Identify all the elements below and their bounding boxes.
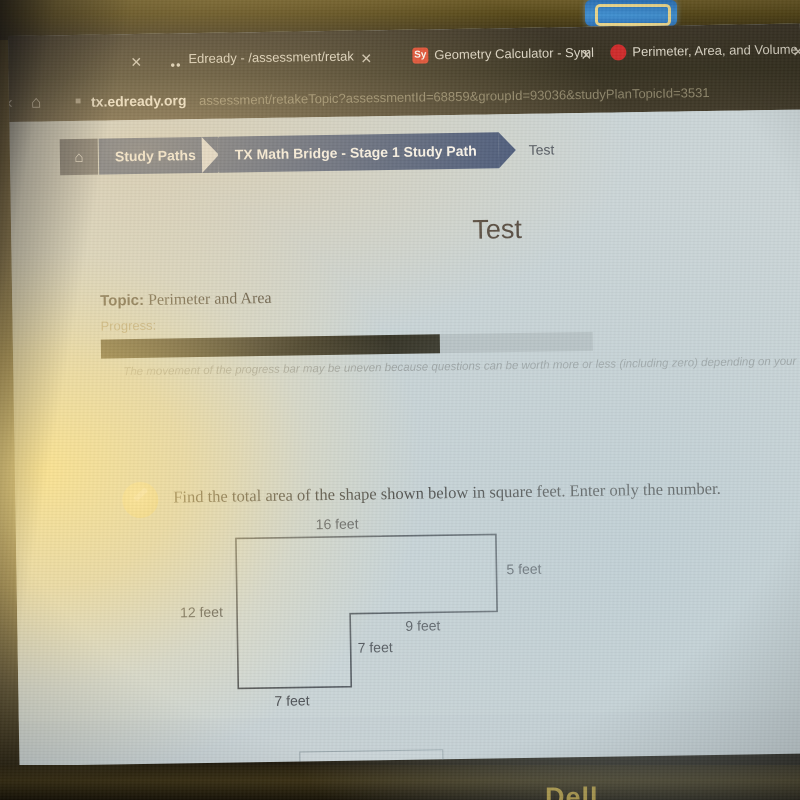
breadcrumb-home-button[interactable]: ⌂ xyxy=(59,138,99,176)
progress-note: The movement of the progress bar may be … xyxy=(123,354,800,379)
laptop-bottom-bezel xyxy=(0,765,800,800)
laptop-screen: ✕ •• Edready - /assessment/retak ✕ Sy Ge… xyxy=(8,23,800,766)
tab-perimeter-area-volume[interactable]: Perimeter, Area, and Volume xyxy=(632,42,798,67)
tab-close-icon-0[interactable]: ✕ xyxy=(130,54,142,71)
tab-close-icon-1[interactable]: ✕ xyxy=(360,50,372,67)
figure-label-top: 16 feet xyxy=(315,515,359,533)
breadcrumb-item-study-paths[interactable]: Study Paths xyxy=(98,136,219,175)
progress-bar-track xyxy=(100,331,594,359)
address-bar-path[interactable]: assessment/retakeTopic?assessmentId=6885… xyxy=(199,85,710,108)
tab-close-icon-3[interactable]: ✕ xyxy=(792,43,800,60)
solution-input[interactable] xyxy=(299,749,444,766)
edready-favicon-dots-icon: •• xyxy=(170,57,182,73)
edready-page: ⌂ Study Paths TX Math Bridge - Stage 1 S… xyxy=(9,109,800,766)
l-shape-polygon xyxy=(235,533,498,690)
topic-name: Perimeter and Area xyxy=(147,289,272,309)
breadcrumb-item-tx-math-bridge[interactable]: TX Math Bridge - Stage 1 Study Path xyxy=(218,132,499,173)
figure-label-bottom: 7 feet xyxy=(274,692,310,709)
geometry-figure: 16 feet 5 feet 12 feet 9 feet 7 feet 7 f… xyxy=(166,508,589,715)
back-arrow-icon[interactable]: ‹ xyxy=(8,93,13,113)
progress-label: Progress: xyxy=(100,317,157,334)
site-info-lock-icon[interactable]: ■ xyxy=(75,96,81,107)
breadcrumb: ⌂ Study Paths TX Math Bridge - Stage 1 S… xyxy=(59,131,555,176)
perimeter-favicon-icon xyxy=(610,44,627,61)
topic-prefix: Topic: xyxy=(100,291,145,310)
tab-geometry-calculator[interactable]: Geometry Calculator - Syml xyxy=(434,45,594,70)
browser-chrome: ✕ •• Edready - /assessment/retak ✕ Sy Ge… xyxy=(8,23,800,122)
tab-edready[interactable]: Edready - /assessment/retak xyxy=(188,49,354,74)
figure-label-left: 12 feet xyxy=(179,603,224,621)
figure-label-right: 5 feet xyxy=(506,560,542,578)
photo-of-laptop-screen: ✕ •• Edready - /assessment/retak ✕ Sy Ge… xyxy=(0,0,800,800)
figure-label-inner-vertical: 7 feet xyxy=(357,639,393,656)
tab-close-icon-2[interactable]: ✕ xyxy=(580,47,592,64)
pencil-icon xyxy=(122,481,159,519)
progress-bar-fill xyxy=(100,334,441,359)
address-bar-domain[interactable]: tx.edready.org xyxy=(91,92,187,109)
figure-label-inner-horizontal: 9 feet xyxy=(405,617,441,634)
topic-line: Topic: Perimeter and Area xyxy=(100,290,272,311)
page-title: Test xyxy=(472,213,523,245)
symbolab-favicon-icon: Sy xyxy=(412,47,429,64)
l-shape-svg xyxy=(235,533,498,690)
home-icon[interactable]: ⌂ xyxy=(31,92,42,112)
question-text: Find the total area of the shape shown b… xyxy=(173,478,721,507)
dell-logo: Dell xyxy=(545,782,599,800)
bezel-sticker xyxy=(585,0,677,26)
